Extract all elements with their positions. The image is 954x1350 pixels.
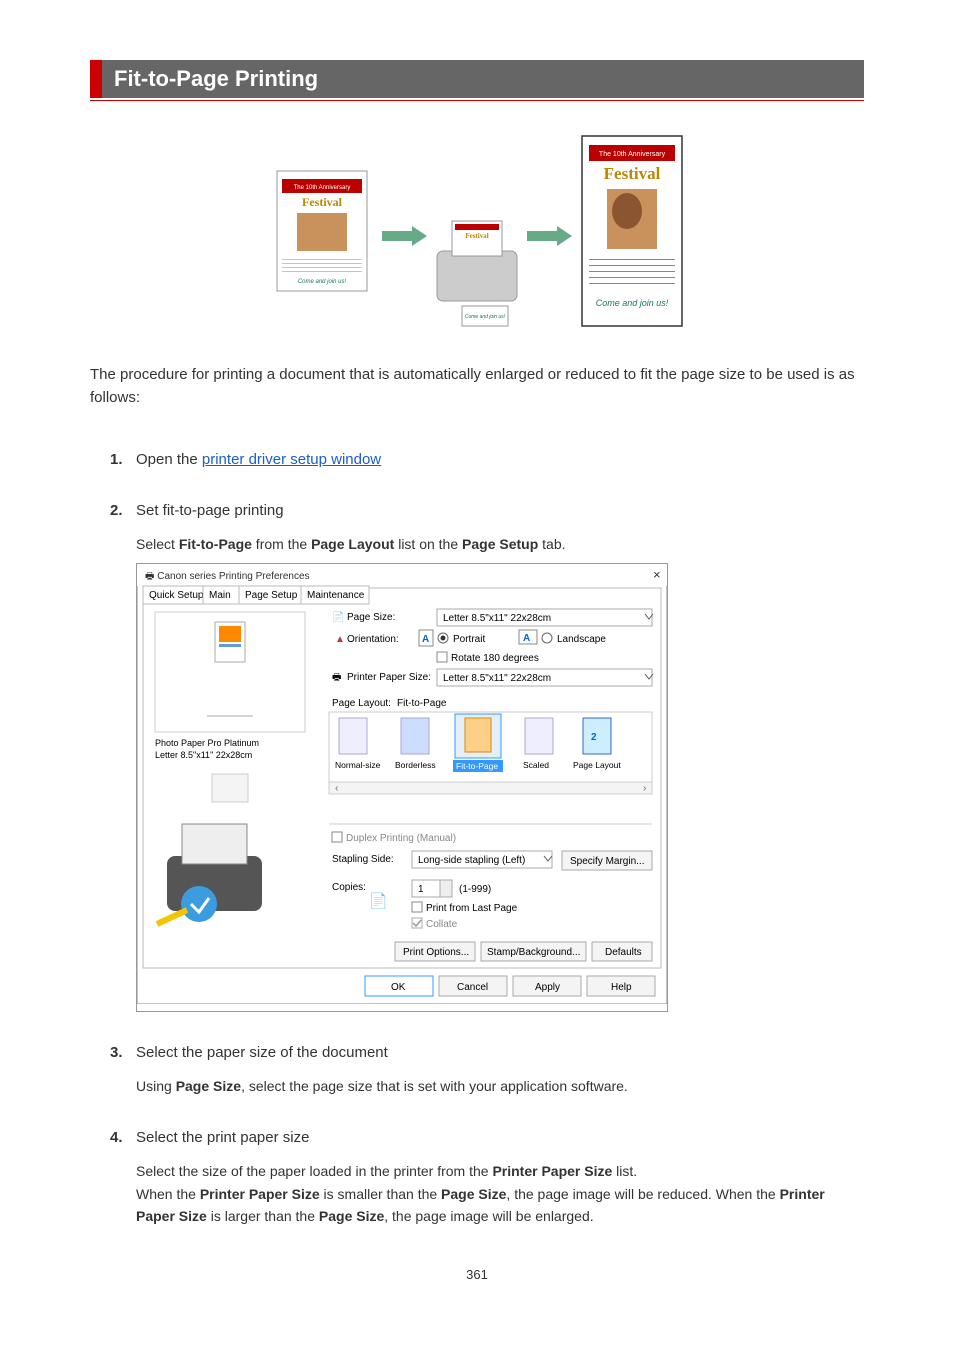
svg-text:Defaults: Defaults [605,947,642,958]
svg-text:1: 1 [418,884,424,895]
svg-text:Page Size:: Page Size: [347,612,395,623]
svg-text:2: 2 [591,732,597,743]
banner-small-title: The 10th Anniversary [294,185,351,191]
svg-text:Fit-to-Page: Fit-to-Page [456,761,498,771]
svg-text:Come and join us!: Come and join us! [596,298,669,308]
svg-text:(1-999): (1-999) [459,884,491,895]
page-number: 361 [90,1267,864,1282]
svg-text:Long-side stapling (Left): Long-side stapling (Left) [418,855,525,866]
header-rule [90,100,864,101]
svg-text:Letter 8.5"x11" 22x28cm: Letter 8.5"x11" 22x28cm [443,613,551,624]
svg-text:🖶: 🖶 [332,672,341,683]
svg-text:Scaled: Scaled [523,760,549,770]
step-4: 4. Select the print paper size Select th… [110,1127,864,1227]
page-title: Fit-to-Page Printing [102,66,864,92]
svg-text:Specify Margin...: Specify Margin... [570,856,644,867]
step-number: 1. [110,451,136,468]
step-number: 4. [110,1129,136,1146]
svg-text:The 10th Anniversary: The 10th Anniversary [599,151,666,158]
svg-text:Apply: Apply [535,982,560,993]
svg-text:Main: Main [209,590,231,601]
step-body: Using Page Size, select the page size th… [136,1075,864,1097]
svg-text:Borderless: Borderless [395,760,436,770]
svg-text:Fit-to-Page: Fit-to-Page [397,698,447,709]
svg-text:Copies:: Copies: [332,882,366,893]
banner-small-tag: Come and join us! [298,279,347,285]
svg-text:🖶 Canon series Print: 🖶 Canon series Printing Preferences [145,571,310,582]
svg-text:Help: Help [611,982,632,993]
svg-text:Orientation:: Orientation: [347,634,399,645]
svg-text:Festival: Festival [465,232,488,240]
step-title: Select the print paper size [136,1127,309,1148]
intro-illustration: The 10th Anniversary Festival Come and j… [90,131,864,334]
svg-text:Collate: Collate [426,919,458,930]
svg-text:Quick Setup: Quick Setup [149,590,204,601]
svg-text:Come and join us!: Come and join us! [465,314,506,320]
svg-text:‹: ‹ [335,783,338,794]
svg-text:Letter 8.5"x11" 22x28cm: Letter 8.5"x11" 22x28cm [443,673,551,684]
svg-text:Print from Last Page: Print from Last Page [426,903,518,914]
banner-small-festival: Festival [302,195,343,209]
svg-text:Duplex Printing (Manual): Duplex Printing (Manual) [346,833,456,844]
step-body: Select the size of the paper loaded in t… [136,1160,864,1227]
svg-text:A: A [523,633,530,644]
svg-text:📄: 📄 [332,610,344,623]
intro-paragraph: The procedure for printing a document th… [90,364,864,409]
svg-text:▲: ▲ [335,634,345,645]
svg-text:📄: 📄 [369,892,388,910]
svg-text:Landscape: Landscape [557,634,606,645]
svg-text:OK: OK [391,982,406,993]
svg-text:›: › [643,783,646,794]
svg-text:Print Options...: Print Options... [403,947,469,958]
step-title: Select the paper size of the document [136,1042,388,1063]
page-header: Fit-to-Page Printing [90,60,864,98]
svg-text:Page Layout: Page Layout [573,760,621,770]
step-1: 1. Open the printer driver setup window [110,449,864,470]
step-title: Open the printer driver setup window [136,449,381,470]
svg-text:Portrait: Portrait [453,634,485,645]
svg-text:Rotate 180 degrees: Rotate 180 degrees [451,653,539,664]
svg-text:A: A [422,634,429,645]
svg-text:Festival: Festival [604,164,661,183]
svg-text:Photo Paper Pro Platinum: Photo Paper Pro Platinum [155,738,259,748]
svg-text:×: × [653,567,661,582]
svg-text:Printer Paper Size:: Printer Paper Size: [347,672,431,683]
step-number: 2. [110,502,136,519]
svg-text:Stapling Side:: Stapling Side: [332,854,394,865]
step-2: 2. Set fit-to-page printing Select Fit-t… [110,500,864,1012]
step-title: Set fit-to-page printing [136,500,284,521]
svg-text:Normal-size: Normal-size [335,760,381,770]
step-3: 3. Select the paper size of the document… [110,1042,864,1097]
printer-driver-link[interactable]: printer driver setup window [202,451,381,468]
svg-text:Letter 8.5"x11" 22x28cm: Letter 8.5"x11" 22x28cm [155,750,252,760]
dialog-screenshot: 🖶 Canon series Printing Preferences × Qu… [136,563,668,1011]
step-number: 3. [110,1044,136,1061]
svg-text:Page Layout:: Page Layout: [332,698,391,709]
svg-text:Maintenance: Maintenance [307,590,365,601]
svg-text:Stamp/Background...: Stamp/Background... [487,947,580,958]
svg-text:Page Setup: Page Setup [245,590,298,601]
step-body: Select Fit-to-Page from the Page Layout … [136,533,864,1012]
svg-text:Cancel: Cancel [457,982,488,993]
